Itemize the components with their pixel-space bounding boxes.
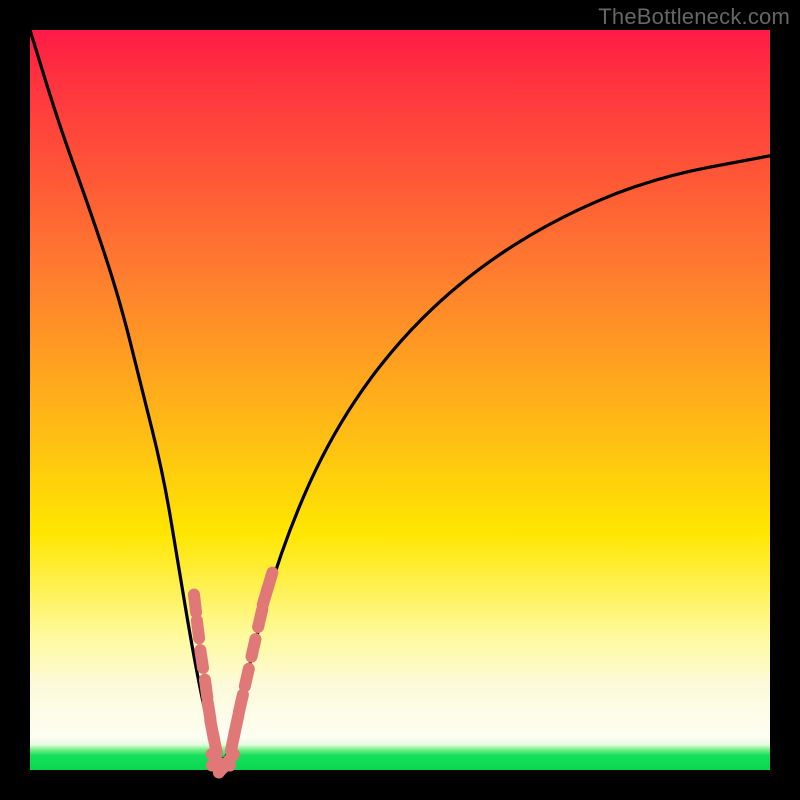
plot-area [30, 30, 770, 770]
bottleneck-curve [30, 30, 770, 759]
data-marker [200, 650, 203, 668]
data-marker [205, 680, 207, 698]
data-marker [239, 695, 243, 713]
chart-svg [30, 30, 770, 770]
data-marker [197, 620, 199, 638]
data-marker [194, 595, 196, 613]
data-marker [252, 639, 256, 657]
data-marker [258, 610, 262, 628]
data-marker [245, 669, 249, 687]
data-points-bottom [211, 754, 234, 772]
bottleneck-curve-path [30, 30, 770, 759]
data-points [194, 573, 272, 773]
data-points-right [231, 573, 272, 751]
data-marker [267, 573, 272, 590]
watermark-text: TheBottleneck.com [598, 4, 790, 30]
chart-frame: TheBottleneck.com [0, 0, 800, 800]
